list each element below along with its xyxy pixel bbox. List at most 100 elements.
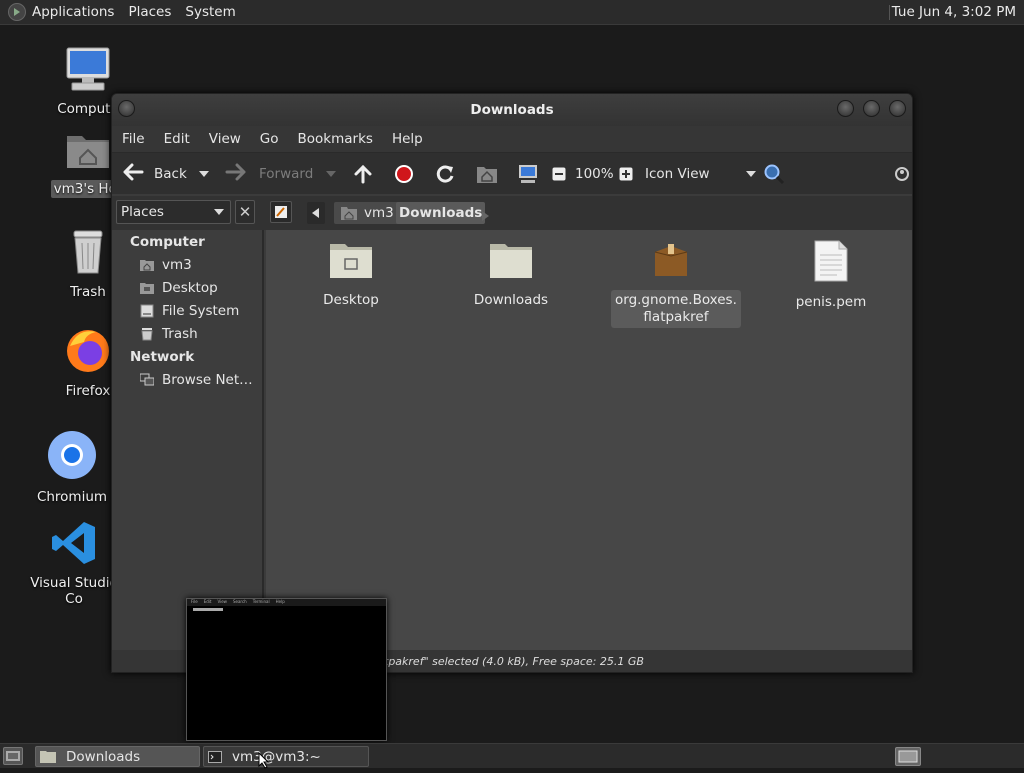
toggle-location-entry-button[interactable]: [270, 201, 292, 223]
up-arrow-icon: [354, 164, 372, 183]
chevron-down-icon: [199, 170, 209, 177]
terminal-preview-thumbnail[interactable]: File Edit View Search Terminal Help: [186, 598, 387, 741]
menu-bar: File Edit View Go Bookmarks Help: [112, 126, 912, 152]
back-arrow-icon: [122, 163, 144, 185]
throbber: [894, 153, 910, 195]
sidebar-item-browse-network[interactable]: Browse Net…: [140, 372, 253, 388]
zoom-in-icon: [619, 167, 633, 180]
file-item[interactable]: Downloads: [451, 240, 571, 311]
forward-arrow-icon: [225, 163, 247, 185]
desktop-icon-label: Firefox: [65, 383, 111, 399]
location-bar: vm3 Downloads: [112, 196, 912, 230]
workspace-switcher[interactable]: [895, 747, 921, 766]
applications-menu[interactable]: Applications: [32, 4, 114, 20]
text-file-icon: [771, 240, 891, 286]
gnome-logo-icon[interactable]: [8, 3, 26, 21]
taskbar-item-downloads[interactable]: Downloads: [35, 746, 200, 767]
zoom-out-button[interactable]: [552, 153, 566, 195]
mouse-cursor-icon: [258, 751, 270, 773]
zoom-out-icon: [552, 167, 566, 180]
zoom-level[interactable]: 100%: [575, 153, 614, 195]
zoom-in-button[interactable]: [619, 153, 633, 195]
sidebar: Computer vm3 Desktop File System Trash N…: [112, 230, 264, 650]
reload-button[interactable]: [435, 153, 455, 195]
home-button[interactable]: [476, 153, 498, 195]
menu-file[interactable]: File: [122, 131, 145, 147]
back-label: Back: [154, 165, 187, 182]
window-title: Downloads: [470, 102, 554, 118]
file-view[interactable]: Desktop Downloads org.gnome.Boxes. flatpa…: [266, 230, 912, 650]
window-menu-button[interactable]: [118, 100, 135, 117]
sidebar-item-trash[interactable]: Trash: [140, 326, 198, 342]
taskbar-item-terminal[interactable]: vm3@vm3:~: [203, 746, 369, 767]
folder-icon: [451, 240, 571, 284]
workspace-icon: [898, 750, 918, 763]
back-history-dropdown[interactable]: [199, 153, 209, 195]
chevron-down-icon: [326, 170, 336, 177]
clock[interactable]: Tue Jun 4, 3:02 PM: [892, 4, 1016, 20]
view-mode-combo[interactable]: Icon View: [645, 153, 756, 195]
back-button[interactable]: Back: [122, 153, 187, 195]
sidebar-item-vm3[interactable]: vm3: [140, 257, 192, 273]
close-icon: ✕: [238, 203, 252, 221]
maximize-button[interactable]: [863, 100, 880, 117]
menu-go[interactable]: Go: [260, 131, 279, 147]
breadcrumb-right-button[interactable]: [482, 206, 490, 225]
chevron-right-icon: [482, 211, 489, 221]
sidebar-item-file-system[interactable]: File System: [140, 303, 239, 319]
computer-button[interactable]: [517, 153, 539, 195]
file-item[interactable]: Desktop: [291, 240, 411, 311]
chevron-left-icon: [312, 208, 319, 218]
file-manager-window: Downloads File Edit View Go Bookmarks He…: [111, 93, 913, 673]
desktop-icon-label: Chromium: [36, 489, 108, 505]
system-menu[interactable]: System: [185, 4, 235, 20]
terminal-icon: [208, 750, 222, 763]
up-button[interactable]: [353, 153, 373, 195]
chevron-down-icon: [745, 170, 756, 177]
file-item[interactable]: penis.pem: [771, 240, 891, 313]
close-sidebar-button[interactable]: ✕: [235, 200, 255, 224]
taskbar-item-label: vm3@vm3:~: [232, 748, 321, 765]
breadcrumb-left-button[interactable]: [307, 202, 325, 224]
computer-icon: [33, 46, 143, 96]
places-menu[interactable]: Places: [128, 4, 171, 20]
menu-edit[interactable]: Edit: [164, 131, 190, 147]
menu-bookmarks[interactable]: Bookmarks: [298, 131, 373, 147]
toolbar: Back Forward 100% Icon View: [112, 152, 912, 194]
close-button[interactable]: [889, 100, 906, 117]
sidebar-item-desktop[interactable]: Desktop: [140, 280, 218, 296]
computer-icon: [519, 164, 537, 183]
file-name: org.gnome.Boxes. flatpakref: [611, 290, 741, 328]
breadcrumb-vm3[interactable]: vm3: [334, 202, 400, 224]
forward-label: Forward: [259, 165, 314, 182]
forward-button[interactable]: Forward: [225, 153, 313, 195]
terminal-prompt-line: [193, 608, 223, 611]
reload-icon: [436, 165, 454, 183]
sidebar-type-label: Places: [121, 204, 164, 220]
sidebar-type-combo[interactable]: Places: [116, 200, 231, 224]
file-item[interactable]: org.gnome.Boxes. flatpakref: [611, 240, 741, 328]
minimize-button[interactable]: [837, 100, 854, 117]
show-desktop-button[interactable]: [3, 747, 23, 765]
breadcrumb-label: vm3: [364, 205, 394, 221]
breadcrumb-label: Downloads: [399, 205, 483, 221]
search-button[interactable]: [763, 153, 785, 195]
file-name: Downloads: [473, 292, 549, 308]
panel-separator: [889, 5, 891, 20]
search-icon: [764, 164, 785, 184]
menu-help[interactable]: Help: [392, 131, 423, 147]
trash-icon: [141, 328, 153, 341]
terminal-menu-bar: File Edit View Search Terminal Help: [187, 599, 386, 606]
window-titlebar[interactable]: Downloads: [112, 94, 912, 126]
network-icon: [140, 373, 154, 386]
taskbar-item-label: Downloads: [66, 748, 141, 765]
menu-view[interactable]: View: [209, 131, 241, 147]
forward-history-dropdown[interactable]: [326, 153, 336, 195]
chevron-down-icon: [214, 209, 224, 215]
sidebar-header-network: Network: [130, 349, 195, 365]
stop-button[interactable]: [394, 153, 414, 195]
breadcrumb-downloads[interactable]: Downloads: [396, 202, 486, 224]
top-panel: Applications Places System Tue Jun 4, 3:…: [0, 0, 1024, 25]
package-icon: [611, 240, 731, 284]
desktop-folder-icon: [291, 240, 411, 284]
